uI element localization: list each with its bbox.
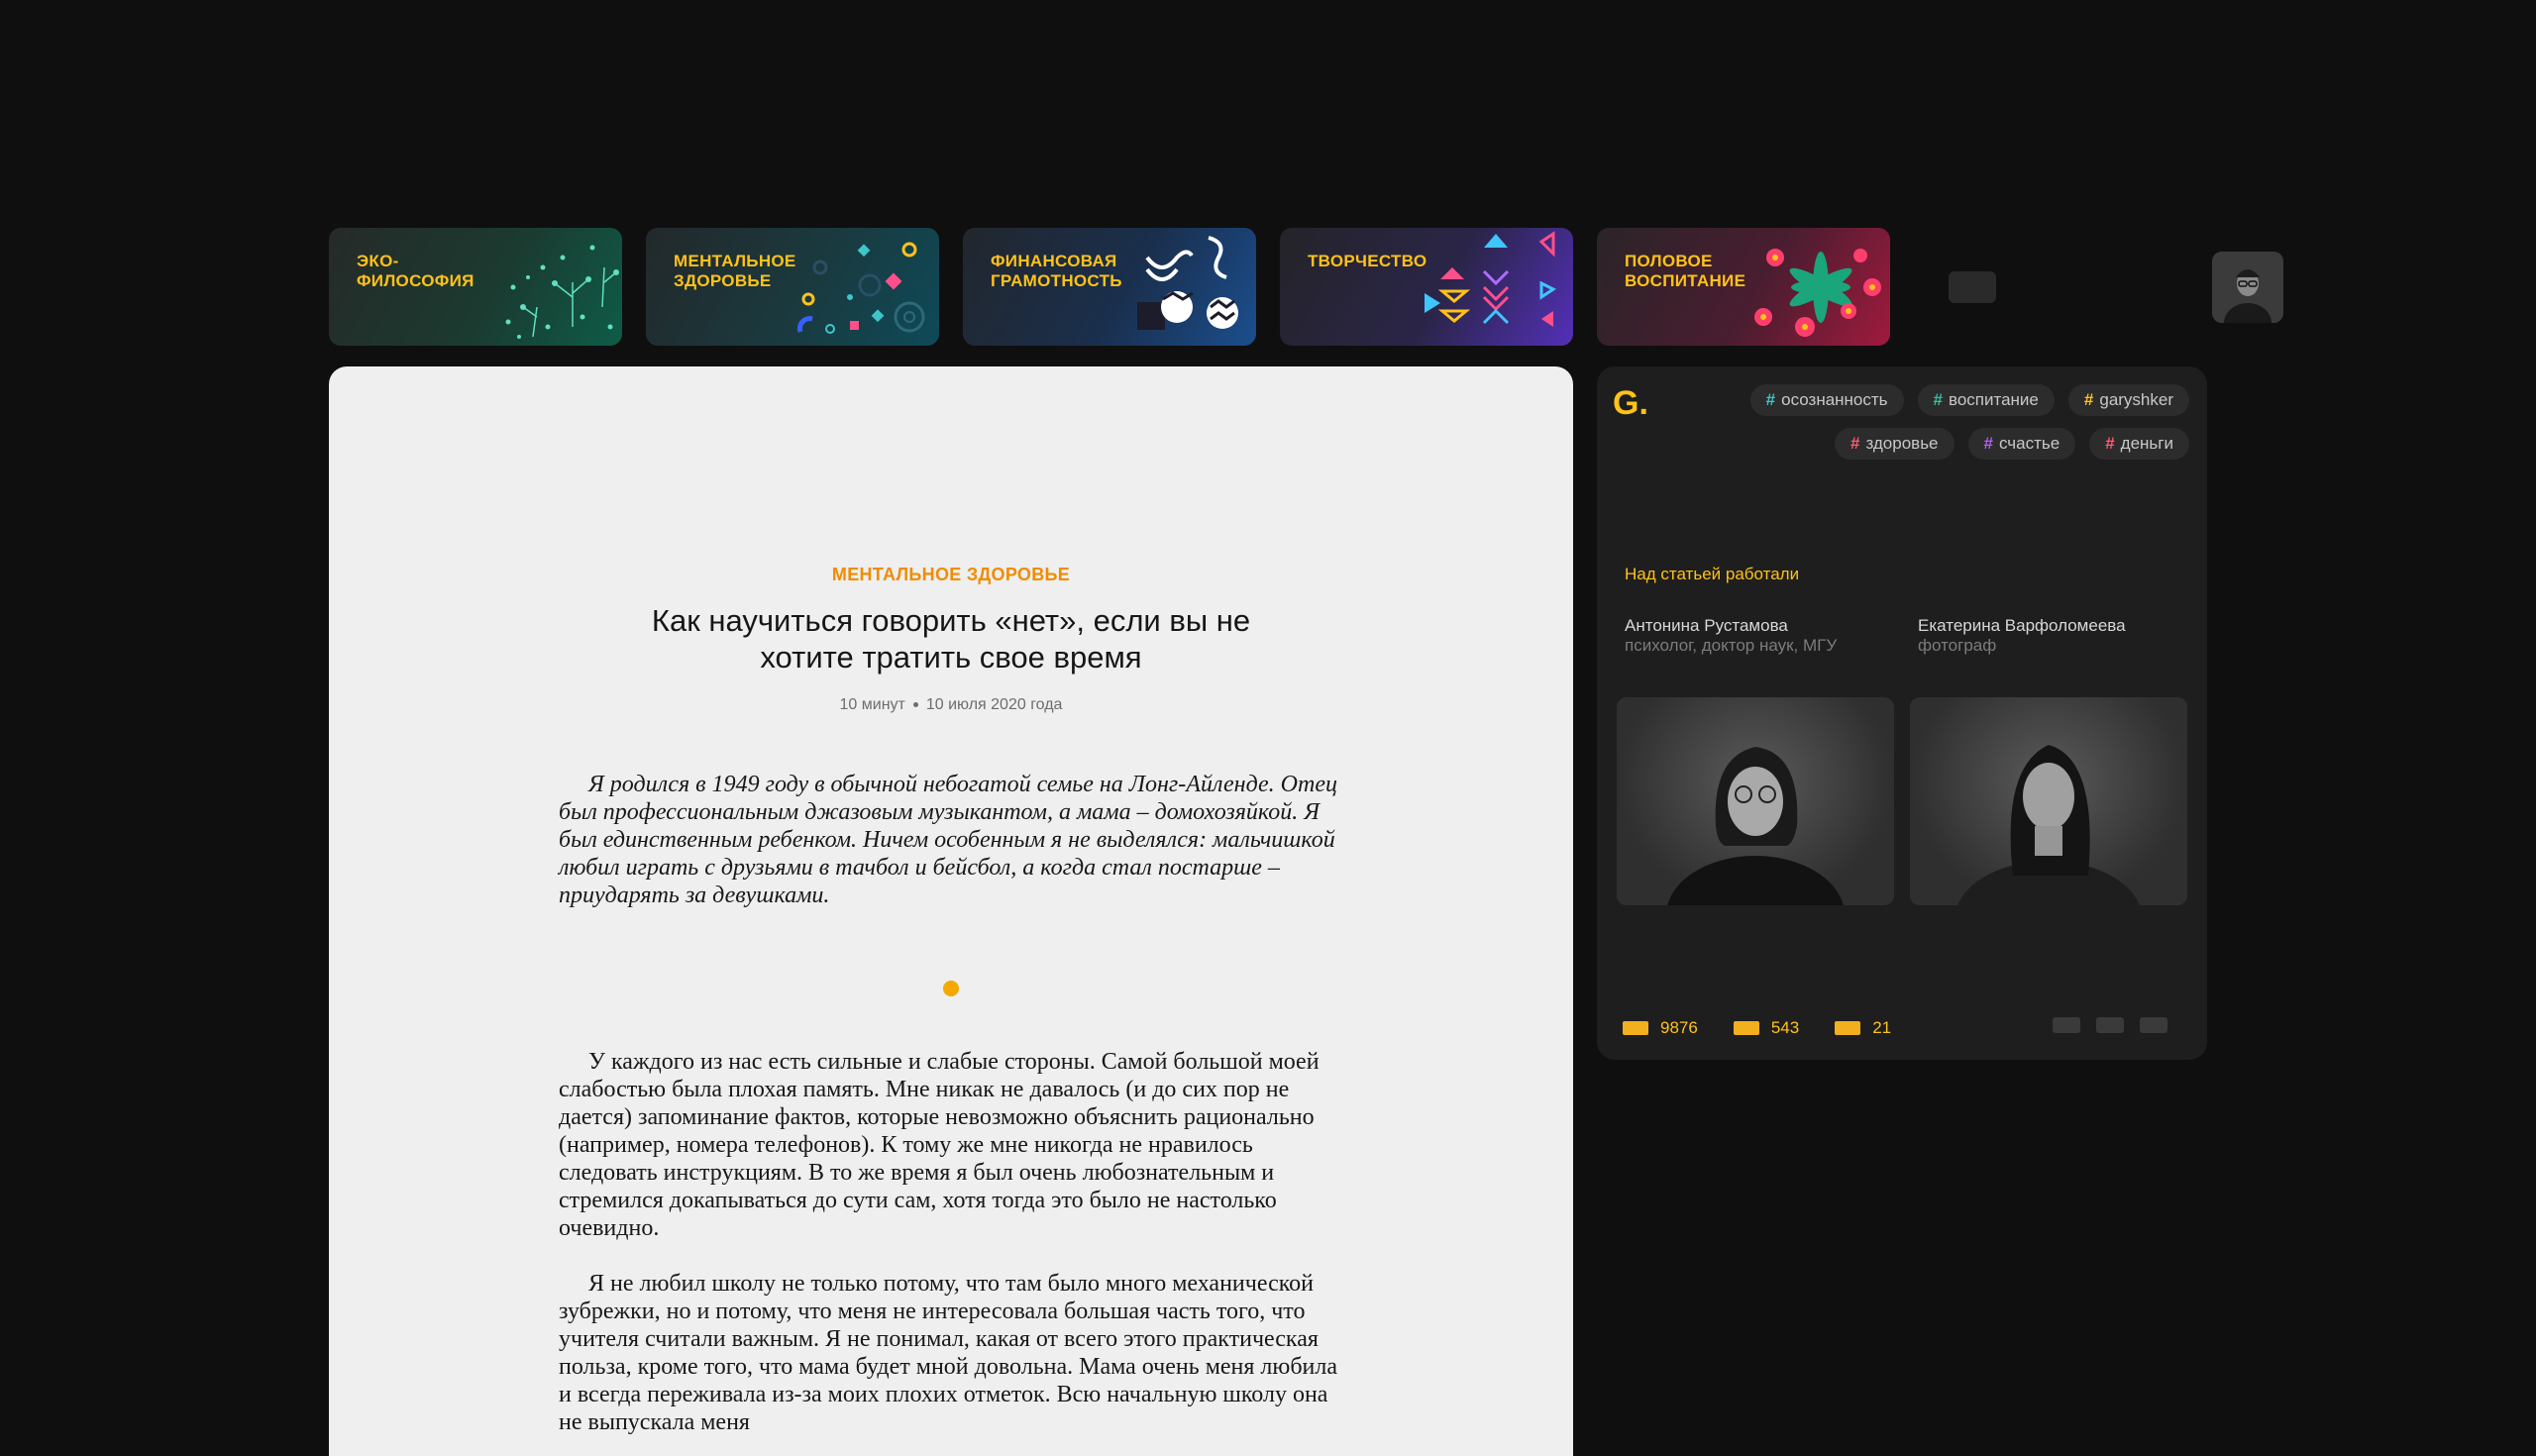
publish-date: 10 июля 2020 года	[925, 696, 1063, 713]
tag-happiness[interactable]: # счастье	[1967, 428, 2076, 460]
site-logo[interactable]: G.	[1613, 384, 1648, 423]
authors-heading: Над статьей работали	[1625, 565, 1800, 583]
stat-value: 21	[1872, 1018, 1892, 1037]
section-divider-dot	[943, 981, 959, 996]
category-card-creativity[interactable]: Творчество	[1280, 228, 1573, 346]
user-avatar-image	[2212, 252, 2283, 323]
article-rubric[interactable]: Ментальное здоровье	[329, 565, 1573, 585]
category-card-mental-health[interactable]: Ментальное здоровье	[646, 228, 939, 346]
tag-label: осознанность	[1781, 390, 1888, 409]
share-actions	[2053, 1017, 2167, 1033]
views-icon	[1623, 1021, 1648, 1035]
read-time: 10 минут	[839, 696, 905, 713]
category-bar: Эко-философия Ментальное здоровье	[329, 228, 1890, 346]
financial-literacy-art-icon	[1137, 236, 1238, 330]
comments-stat[interactable]: 21	[1835, 1018, 1891, 1038]
hash-icon: #	[1765, 390, 1776, 409]
sex-education-art-icon	[1754, 249, 1881, 337]
article-info-panel: G. # осознанность # воспитание # garyshker …	[1597, 366, 2207, 1060]
article-card: Ментальное здоровье Как научиться говори…	[329, 366, 1573, 1456]
article-paragraph: У каждого из нас есть сильные и слабые с…	[559, 1049, 1320, 1241]
mental-health-art-icon	[796, 242, 925, 334]
author-role: фотограф	[1918, 636, 1997, 655]
user-avatar[interactable]	[2212, 252, 2283, 323]
stat-value: 9876	[1660, 1018, 1698, 1037]
likes-stat[interactable]: 543	[1733, 1018, 1800, 1038]
tag-label: деньги	[2120, 434, 2173, 453]
category-label: Финансовая грамотность	[991, 252, 1122, 290]
article-title: Как научиться говорить «нет», если вы не…	[651, 603, 1251, 675]
category-card-eco-philosophy[interactable]: Эко-философия	[329, 228, 622, 346]
author-portrait-image	[1957, 745, 2140, 905]
tag-garyshker[interactable]: # garyshker	[2067, 384, 2189, 416]
author-photo[interactable]	[1910, 697, 2187, 905]
article-paragraph: Я не любил школу не только потому, что т…	[559, 1271, 1337, 1435]
author-card[interactable]: Антонина Рустамова психолог, доктор наук…	[1625, 616, 1837, 656]
category-card-financial-literacy[interactable]: Финансовая грамотность	[963, 228, 1256, 346]
author-name: Екатерина Варфоломеева	[1918, 616, 2126, 635]
tag-label: счастье	[1998, 434, 2060, 453]
author-name: Антонина Рустамова	[1625, 616, 1788, 635]
hash-icon: #	[1983, 434, 1993, 453]
author-card[interactable]: Екатерина Варфоломеева фотограф	[1918, 616, 2126, 656]
author-photo[interactable]	[1617, 697, 1894, 905]
meta-separator-dot	[912, 702, 918, 708]
share-button[interactable]	[2140, 1017, 2167, 1033]
category-label: Эко-философия	[357, 252, 475, 290]
share-button[interactable]	[2053, 1017, 2080, 1033]
tag-label: воспитание	[1949, 390, 2039, 409]
article-meta: 10 минут 10 июля 2020 года	[329, 696, 1573, 714]
author-portrait-image	[1667, 747, 1844, 905]
hash-icon: #	[1850, 434, 1860, 453]
views-stat: 9876	[1623, 1018, 1698, 1038]
author-role: психолог, доктор наук, МГУ	[1625, 636, 1838, 655]
article-stats: 9876 543 21	[1623, 1018, 1891, 1038]
hash-icon: #	[2083, 390, 2094, 409]
menu-toggle-button[interactable]	[1949, 271, 1996, 303]
article-body: У каждого из нас есть сильные и слабые с…	[559, 1048, 1351, 1456]
stat-value: 543	[1770, 1018, 1800, 1037]
tag-health[interactable]: # здоровье	[1835, 428, 1955, 460]
tag-upbringing[interactable]: # воспитание	[1917, 384, 2055, 416]
comments-icon	[1835, 1021, 1861, 1035]
likes-icon	[1733, 1021, 1759, 1035]
hash-icon: #	[1933, 390, 1943, 409]
tag-awareness[interactable]: # осознанность	[1749, 384, 1904, 416]
article-lead: Я родился в 1949 году в обычной небогато…	[559, 772, 1337, 908]
hash-icon: #	[2105, 434, 2115, 453]
tag-list: # осознанность # воспитание # garyshker # зд…	[1694, 384, 2189, 460]
share-button[interactable]	[2096, 1017, 2124, 1033]
tag-label: здоровье	[1865, 434, 1939, 453]
tag-label: garyshker	[2099, 390, 2173, 409]
creativity-art-icon	[1425, 231, 1556, 327]
eco-philosophy-art-icon	[505, 245, 619, 339]
tag-money[interactable]: # деньги	[2089, 428, 2189, 460]
category-card-sex-education[interactable]: Половое воспитание	[1597, 228, 1890, 346]
